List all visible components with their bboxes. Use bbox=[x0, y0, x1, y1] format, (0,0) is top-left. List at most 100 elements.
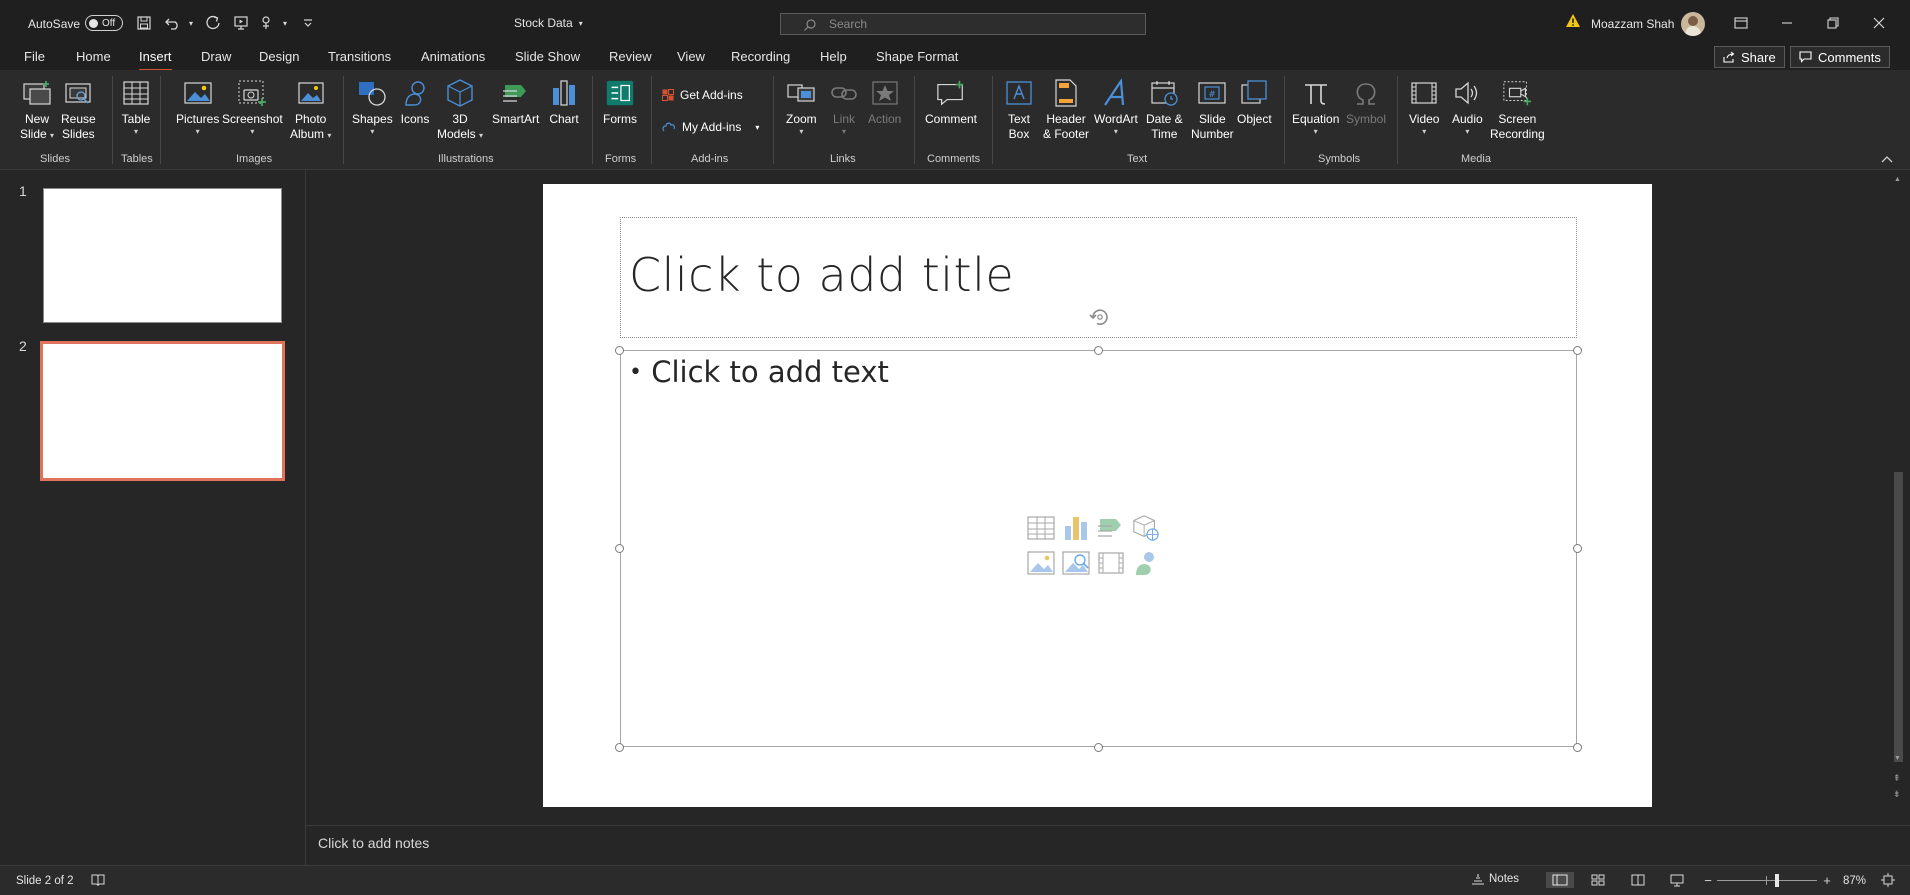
present-from-start-icon[interactable] bbox=[231, 14, 251, 32]
tab-help[interactable]: Help bbox=[820, 49, 847, 64]
collapse-ribbon-icon[interactable] bbox=[1881, 154, 1893, 166]
user-name[interactable]: Moazzam Shah bbox=[1591, 17, 1674, 31]
3d-models-button[interactable]: 3D Models ▾ bbox=[437, 76, 483, 142]
notes-pane[interactable]: Click to add notes bbox=[306, 825, 1910, 865]
tab-file[interactable]: File bbox=[24, 49, 45, 64]
tab-review[interactable]: Review bbox=[609, 49, 652, 64]
avatar[interactable] bbox=[1681, 12, 1705, 36]
insert-video-icon[interactable] bbox=[1096, 549, 1126, 577]
scroll-down-icon[interactable]: ▼ bbox=[1894, 755, 1901, 762]
symbol-button[interactable]: Symbol bbox=[1346, 76, 1386, 127]
insert-stock-images-icon[interactable] bbox=[1061, 549, 1091, 577]
slide-thumbnail-1[interactable] bbox=[43, 188, 282, 323]
reuse-slides-button[interactable]: Reuse Slides bbox=[61, 76, 96, 142]
fit-to-window-icon[interactable] bbox=[1878, 872, 1898, 888]
customize-qat-icon[interactable] bbox=[298, 14, 318, 32]
link-button[interactable]: Link ▾ bbox=[829, 76, 859, 137]
audio-button[interactable]: Audio ▾ bbox=[1452, 76, 1483, 137]
tab-insert[interactable]: Insert bbox=[139, 49, 172, 72]
action-button[interactable]: Action bbox=[868, 76, 901, 127]
tab-recording[interactable]: Recording bbox=[731, 49, 790, 64]
restore-icon[interactable] bbox=[1818, 12, 1848, 34]
zoom-level[interactable]: 87% bbox=[1843, 875, 1866, 887]
screenshot-button[interactable]: Screenshot ▾ bbox=[222, 76, 283, 137]
tab-design[interactable]: Design bbox=[259, 49, 299, 64]
tab-animations[interactable]: Animations bbox=[421, 49, 485, 64]
insert-picture-icon[interactable] bbox=[1026, 549, 1056, 577]
resize-handle-bottom[interactable] bbox=[1094, 743, 1103, 752]
video-button[interactable]: Video ▾ bbox=[1409, 76, 1439, 137]
pictures-button[interactable]: Pictures ▾ bbox=[176, 76, 219, 137]
forms-button[interactable]: Forms bbox=[603, 76, 637, 127]
share-button[interactable]: Share bbox=[1714, 46, 1785, 68]
tab-home[interactable]: Home bbox=[76, 49, 111, 64]
smartart-button[interactable]: SmartArt bbox=[492, 76, 539, 127]
resize-handle-bottom-right[interactable] bbox=[1573, 743, 1582, 752]
touch-mode-icon[interactable] bbox=[257, 14, 277, 32]
scrollbar-thumb[interactable] bbox=[1894, 472, 1903, 762]
vertical-scrollbar[interactable]: ▲ ▼ ⇞ ⇟ bbox=[1888, 170, 1910, 825]
resize-handle-bottom-left[interactable] bbox=[615, 743, 624, 752]
close-icon[interactable] bbox=[1864, 12, 1894, 34]
autosave-toggle[interactable]: Off bbox=[85, 15, 123, 31]
slide-show-icon[interactable] bbox=[1667, 872, 1687, 888]
resize-handle-top-right[interactable] bbox=[1573, 346, 1582, 355]
rotate-handle-icon[interactable] bbox=[1088, 305, 1112, 329]
tab-shape-format[interactable]: Shape Format bbox=[876, 49, 958, 64]
header-footer-button[interactable]: Header & Footer bbox=[1043, 76, 1089, 142]
insert-table-icon[interactable] bbox=[1026, 514, 1056, 542]
save-icon[interactable] bbox=[134, 14, 154, 32]
shapes-button[interactable]: Shapes ▾ bbox=[352, 76, 393, 137]
scroll-up-icon[interactable]: ▲ bbox=[1894, 176, 1901, 183]
resize-handle-left[interactable] bbox=[615, 544, 624, 553]
document-title[interactable]: Stock Data ▾ bbox=[514, 16, 583, 30]
slide-canvas[interactable]: Click to add title • Click to add text bbox=[543, 184, 1652, 807]
comments-button[interactable]: Comments bbox=[1790, 46, 1890, 68]
table-button[interactable]: Table ▾ bbox=[121, 76, 151, 137]
icons-button[interactable]: Icons bbox=[400, 76, 430, 127]
undo-icon[interactable] bbox=[163, 14, 183, 32]
previous-slide-icon[interactable]: ⇞ bbox=[1893, 774, 1901, 783]
notes-toggle-button[interactable]: Notes bbox=[1471, 873, 1519, 885]
resize-handle-top-left[interactable] bbox=[615, 346, 624, 355]
chart-button[interactable]: Chart bbox=[549, 76, 579, 127]
resize-handle-top[interactable] bbox=[1094, 346, 1103, 355]
ribbon-display-options-icon[interactable] bbox=[1726, 12, 1756, 34]
my-addins-button[interactable]: My Add-ins ▾ bbox=[662, 120, 759, 134]
search-box[interactable]: Search bbox=[780, 13, 1146, 35]
content-placeholder[interactable]: • Click to add text bbox=[620, 350, 1577, 747]
slide-sorter-icon[interactable] bbox=[1588, 872, 1608, 888]
redo-icon[interactable] bbox=[203, 14, 223, 32]
accessibility-icon[interactable] bbox=[88, 872, 108, 888]
date-time-button[interactable]: Date & Time bbox=[1146, 76, 1183, 142]
warning-icon[interactable] bbox=[1565, 13, 1581, 32]
insert-icons-icon[interactable] bbox=[1131, 549, 1161, 577]
zoom-slider-thumb[interactable] bbox=[1775, 874, 1779, 887]
slide-number-button[interactable]: # Slide Number bbox=[1191, 76, 1234, 142]
minimize-icon[interactable] bbox=[1772, 12, 1802, 34]
object-button[interactable]: Object bbox=[1237, 76, 1272, 127]
wordart-button[interactable]: WordArt ▾ bbox=[1094, 76, 1138, 137]
touch-dropdown-icon[interactable]: ▾ bbox=[275, 14, 295, 32]
new-slide-button[interactable]: New Slide ▾ bbox=[20, 76, 54, 142]
tab-slide-show[interactable]: Slide Show bbox=[515, 49, 580, 64]
zoom-in-icon[interactable]: + bbox=[1817, 872, 1837, 888]
next-slide-icon[interactable]: ⇟ bbox=[1893, 790, 1901, 799]
tab-transitions[interactable]: Transitions bbox=[328, 49, 391, 64]
insert-chart-icon[interactable] bbox=[1061, 514, 1091, 542]
text-box-button[interactable]: Text Box bbox=[1004, 76, 1034, 142]
reading-view-icon[interactable] bbox=[1628, 872, 1648, 888]
zoom-button[interactable]: Zoom ▾ bbox=[786, 76, 817, 137]
screen-recording-button[interactable]: Screen Recording bbox=[1490, 76, 1545, 142]
photo-album-button[interactable]: Photo Album ▾ bbox=[290, 76, 331, 142]
undo-dropdown-icon[interactable]: ▾ bbox=[181, 14, 201, 32]
slide-thumbnail-2[interactable] bbox=[40, 341, 285, 481]
comment-button[interactable]: Comment bbox=[925, 76, 977, 127]
get-addins-button[interactable]: Get Add-ins bbox=[662, 88, 743, 102]
zoom-out-icon[interactable]: − bbox=[1698, 872, 1718, 888]
equation-button[interactable]: Equation ▾ bbox=[1292, 76, 1339, 137]
insert-3d-model-icon[interactable] bbox=[1131, 514, 1161, 542]
resize-handle-right[interactable] bbox=[1573, 544, 1582, 553]
insert-smartart-icon[interactable] bbox=[1096, 514, 1126, 542]
normal-view-icon[interactable] bbox=[1546, 872, 1574, 888]
